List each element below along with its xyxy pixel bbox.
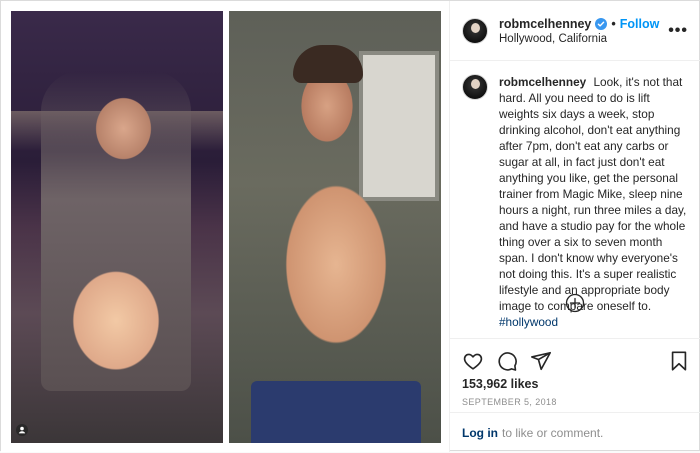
instagram-post: robmcelhenney • Follow Hollywood, Califo… bbox=[0, 0, 700, 452]
comment-icon[interactable] bbox=[496, 350, 518, 372]
caption-username[interactable]: robmcelhenney bbox=[499, 75, 586, 89]
more-options-icon[interactable]: ••• bbox=[668, 22, 688, 40]
post-media[interactable] bbox=[1, 1, 449, 452]
header-line: robmcelhenney • Follow bbox=[499, 17, 668, 31]
after-photo bbox=[229, 11, 441, 443]
heart-icon[interactable] bbox=[462, 350, 484, 372]
hashtag-link[interactable]: #hollywood bbox=[499, 315, 558, 329]
plus-circle-icon[interactable] bbox=[565, 293, 585, 313]
login-link[interactable]: Log in bbox=[462, 426, 498, 440]
location-link[interactable]: Hollywood, California bbox=[499, 33, 668, 45]
avatar[interactable] bbox=[462, 74, 488, 100]
like-count[interactable]: 153,962 likes bbox=[450, 375, 700, 393]
blue-pants bbox=[251, 381, 421, 443]
verified-badge-icon bbox=[595, 17, 608, 30]
before-photo bbox=[11, 11, 223, 443]
login-suffix: to like or comment. bbox=[502, 426, 604, 440]
avatar[interactable] bbox=[462, 17, 488, 44]
action-icons bbox=[450, 339, 700, 375]
header-username[interactable]: robmcelhenney bbox=[499, 17, 591, 31]
login-bar: Log in to like or comment. bbox=[450, 412, 700, 453]
follow-button[interactable]: Follow bbox=[620, 17, 660, 31]
caption-comment: robmcelhenney Look, it's not that hard. … bbox=[462, 74, 688, 330]
separator-dot: • bbox=[611, 16, 616, 31]
load-more-comments[interactable] bbox=[450, 293, 700, 313]
user-tag-icon[interactable] bbox=[15, 423, 29, 437]
bookmark-icon[interactable] bbox=[668, 350, 690, 372]
man-hair bbox=[293, 45, 363, 83]
post-actions: 153,962 likes SEPTEMBER 5, 2018 Log in t… bbox=[450, 338, 700, 452]
comments-area: robmcelhenney Look, it's not that hard. … bbox=[450, 61, 700, 337]
muscular-torso bbox=[251, 161, 421, 391]
shirtless-man-belly bbox=[41, 71, 191, 391]
header-text: robmcelhenney • Follow Hollywood, Califo… bbox=[499, 17, 668, 45]
caption-text: robmcelhenney Look, it's not that hard. … bbox=[499, 74, 688, 330]
post-header: robmcelhenney • Follow Hollywood, Califo… bbox=[450, 1, 700, 61]
post-sidebar: robmcelhenney • Follow Hollywood, Califo… bbox=[449, 1, 700, 452]
post-date[interactable]: SEPTEMBER 5, 2018 bbox=[450, 393, 700, 411]
caption-body: Look, it's not that hard. All you need t… bbox=[499, 75, 687, 313]
share-icon[interactable] bbox=[530, 350, 552, 372]
